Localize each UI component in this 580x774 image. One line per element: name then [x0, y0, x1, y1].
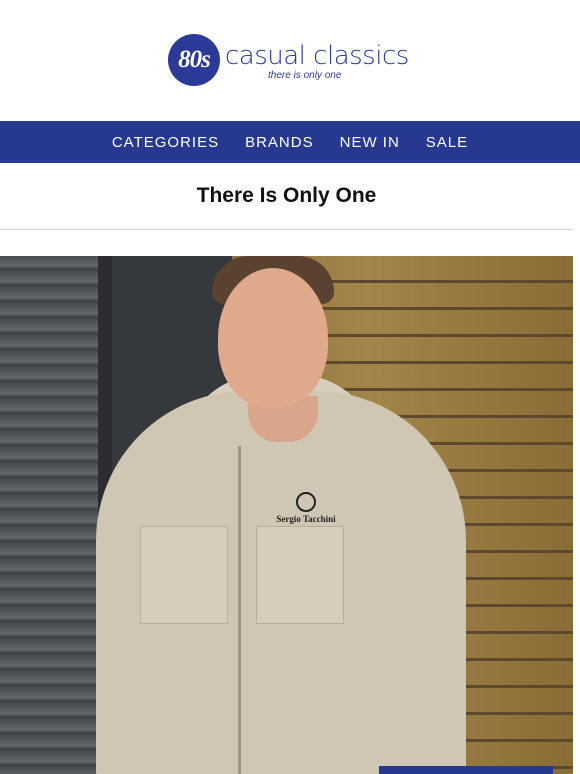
logo-tagline: there is only one	[268, 70, 342, 81]
hero-jacket-pocket-right	[256, 526, 344, 624]
hero-jacket-brand-text: Sergio Tacchini	[276, 514, 336, 524]
header: 80s casual classics there is only one	[0, 0, 580, 121]
cta-button-edge[interactable]	[379, 766, 553, 774]
divider	[0, 229, 573, 230]
main-nav: CATEGORIES BRANDS NEW IN SALE	[0, 121, 580, 163]
logo[interactable]: 80s casual classics there is only one	[168, 32, 409, 88]
banner-tagline: There Is Only One	[196, 184, 377, 207]
nav-item-categories[interactable]: CATEGORIES	[100, 134, 231, 151]
logo-badge: 80s	[168, 34, 220, 86]
nav-item-sale[interactable]: SALE	[414, 134, 480, 151]
hero-shutter-background	[0, 256, 100, 774]
nav-item-new-in[interactable]: NEW IN	[328, 134, 412, 151]
brand-circle-icon	[296, 492, 316, 512]
logo-name: casual classics	[225, 41, 409, 71]
hero-jacket-zip	[238, 446, 241, 774]
hero-jacket-pocket-left	[140, 526, 228, 624]
nav-item-brands[interactable]: BRANDS	[233, 134, 326, 151]
hero-model-head	[218, 268, 328, 408]
hero-jacket-brand-logo: Sergio Tacchini	[276, 492, 336, 524]
hero-image[interactable]: Sergio Tacchini	[0, 256, 573, 774]
